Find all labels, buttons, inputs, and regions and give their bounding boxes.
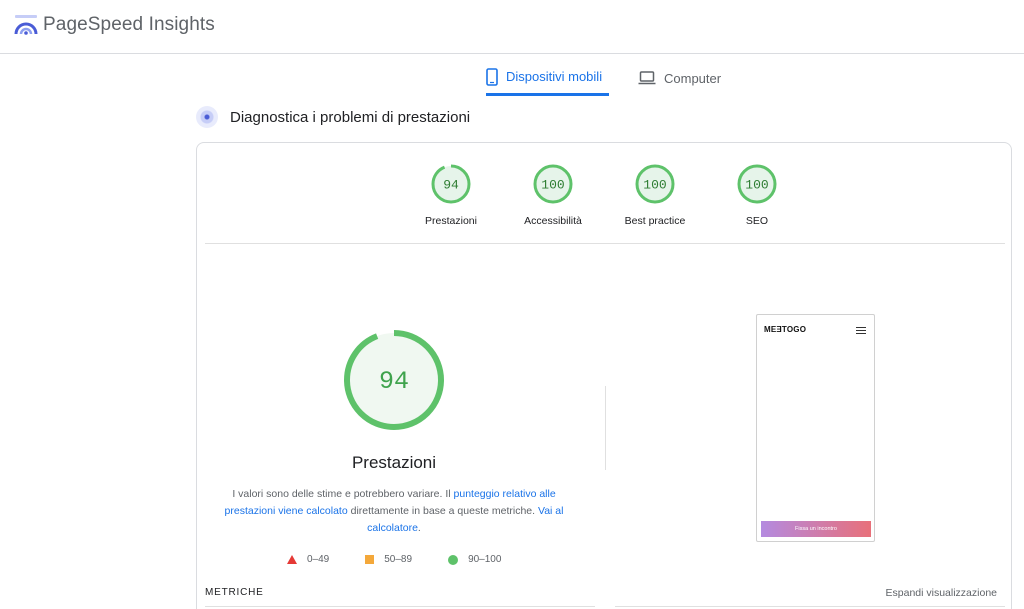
site-cta-button: Fissa un incontro bbox=[761, 521, 871, 537]
tab-desktop[interactable]: Computer bbox=[638, 60, 738, 96]
score-ring: 100 bbox=[737, 164, 777, 204]
legend-range: 50–89 bbox=[384, 554, 413, 565]
hamburger-menu-icon bbox=[856, 327, 866, 336]
score-ring: 94 bbox=[431, 164, 471, 204]
divider bbox=[205, 606, 595, 607]
square-icon bbox=[365, 555, 375, 564]
desc-text: I valori sono delle stime e potrebbero v… bbox=[232, 488, 454, 500]
site-logo: MEƎTOGO bbox=[764, 325, 807, 334]
score-value: 100 bbox=[745, 178, 768, 193]
score-ring: 100 bbox=[533, 164, 573, 204]
app-title[interactable]: PageSpeed Insights bbox=[43, 14, 215, 36]
performance-gauge: 94 bbox=[344, 330, 444, 430]
score-gauge-performance[interactable]: 94 Prestazioni bbox=[406, 163, 496, 227]
expand-view-toggle[interactable]: Espandi visualizzazione bbox=[886, 587, 997, 599]
score-value: 100 bbox=[643, 178, 666, 193]
legend-fail: 0–49 bbox=[287, 554, 329, 565]
score-label: Accessibilità bbox=[524, 215, 582, 227]
diagnostics-heading: Diagnostica i problemi di prestazioni bbox=[196, 106, 470, 128]
performance-label: Prestazioni bbox=[351, 453, 437, 472]
laptop-icon bbox=[638, 71, 656, 85]
score-legend: 0–49 50–89 90–100 bbox=[287, 554, 537, 565]
score-ring: 100 bbox=[635, 164, 675, 204]
score-value: 94 bbox=[443, 178, 459, 193]
divider bbox=[615, 606, 1005, 607]
score-value: 100 bbox=[541, 178, 564, 193]
score-gauge-seo[interactable]: 100 SEO bbox=[712, 163, 802, 227]
diagnostics-title: Diagnostica i problemi di prestazioni bbox=[230, 108, 471, 126]
smartphone-icon bbox=[486, 67, 498, 86]
desc-text: . bbox=[417, 522, 421, 534]
tab-mobile[interactable]: Dispositivi mobili bbox=[486, 60, 609, 96]
tab-desktop-label: Computer bbox=[664, 70, 722, 86]
diagnostics-icon bbox=[196, 106, 218, 128]
vertical-divider bbox=[605, 386, 606, 470]
page-screenshot-thumbnail[interactable]: MEƎTOGO Fissa un incontro bbox=[756, 314, 875, 542]
pagespeed-logo-icon[interactable] bbox=[14, 14, 38, 36]
triangle-icon bbox=[287, 555, 297, 564]
legend-range: 90–100 bbox=[468, 554, 502, 565]
score-gauge-best-practices[interactable]: 100 Best practice bbox=[610, 163, 700, 227]
performance-description: I valori sono delle stime e potrebbero v… bbox=[217, 486, 571, 537]
top-bar: PageSpeed Insights bbox=[0, 0, 1024, 54]
divider bbox=[205, 243, 1005, 244]
circle-icon bbox=[448, 554, 459, 565]
score-gauge-accessibility[interactable]: 100 Accessibilità bbox=[508, 163, 598, 227]
score-label: Prestazioni bbox=[425, 215, 477, 227]
tab-mobile-label: Dispositivi mobili bbox=[506, 69, 603, 84]
performance-score: 94 bbox=[379, 367, 409, 396]
score-label: SEO bbox=[745, 215, 769, 227]
legend-range: 0–49 bbox=[307, 554, 330, 565]
legend-average: 50–89 bbox=[365, 554, 412, 565]
legend-pass: 90–100 bbox=[448, 554, 501, 565]
score-label: Best practice bbox=[624, 215, 686, 227]
report-card: 94 Prestazioni 100 Accessibilità 100 Bes… bbox=[196, 142, 1012, 609]
desc-text: direttamente in base a queste metriche. bbox=[347, 505, 538, 517]
metrics-heading: METRICHE bbox=[205, 587, 264, 598]
